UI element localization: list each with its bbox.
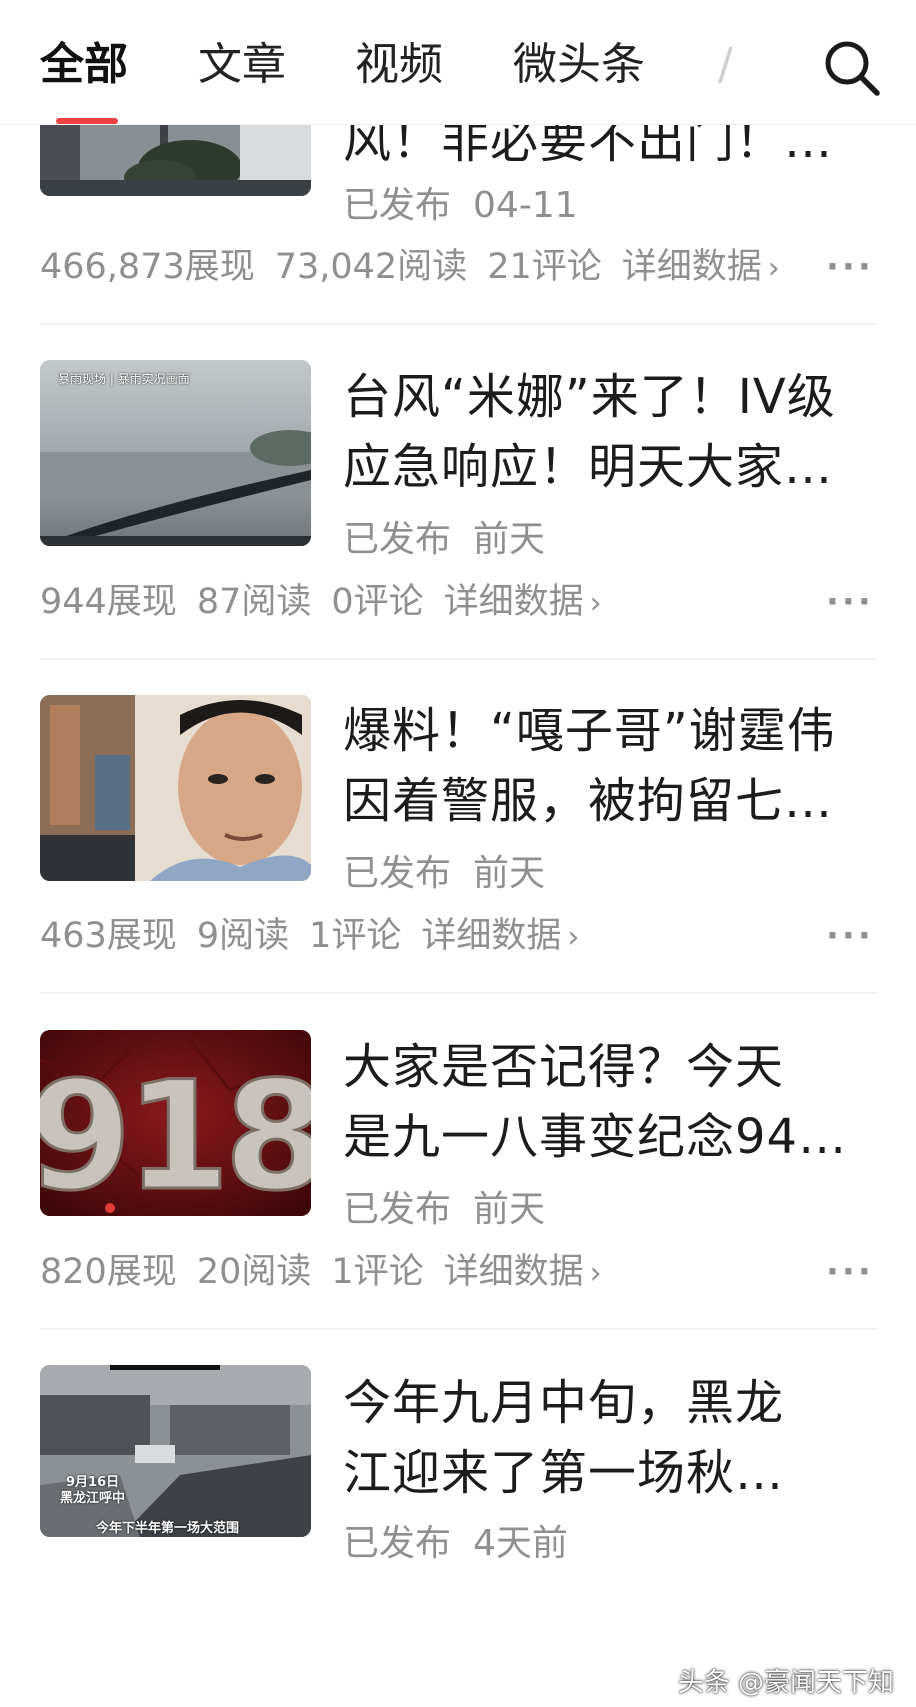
tab-articles[interactable]: 文章 [198,38,286,92]
active-tab-indicator [56,118,118,124]
detail-data-link[interactable]: 详细数据 › [444,1252,622,1292]
tab-more-clipped[interactable]: / [718,38,733,92]
tab-micro-headlines[interactable]: 微头条 [513,38,645,92]
detail-data-link[interactable]: 详细数据 › [444,582,622,622]
chevron-right-icon: › [567,920,580,955]
status-label: 已发布 [343,1523,452,1564]
thumbnail-caption: 暴雨现场 | 暴雨实况画面 [58,372,190,386]
more-options-icon[interactable]: ··· [826,1250,874,1294]
thumbnail-caption-date: 9月16日 [66,1475,120,1490]
thumbnail-caption-place: 黑龙江呼中 [60,1491,126,1506]
row-divider [40,1328,876,1330]
impressions-count: 820展现 [40,1252,177,1292]
918-poster-thumbnail: 918 [40,1030,311,1216]
article-title-line2[interactable]: 因着警服，被拘留七… [343,770,833,832]
article-title[interactable]: 大家是否记得？今天 [343,1036,784,1098]
more-options-icon[interactable]: ··· [826,914,874,958]
chevron-right-icon: › [589,1256,602,1291]
detail-data-link[interactable]: 详细数据 › [622,247,800,287]
publish-status: 已发布 4天前 [343,1522,568,1566]
reads-count: 9阅读 [196,916,290,956]
impressions-count: 463展现 [40,916,177,956]
impressions-count: 466,873展现 [40,247,255,287]
article-stats: 466,873展现 73,042阅读 21评论 详细数据 › [40,245,800,291]
publish-status: 已发布 04-11 [343,184,578,228]
article-title[interactable]: 爆料！“嘎子哥”谢霆伟 [343,700,836,762]
publish-date: 前天 [473,1189,546,1230]
tab-all[interactable]: 全部 [40,38,128,92]
publish-status: 已发布 前天 [343,1188,545,1232]
publish-status: 已发布 前天 [343,852,545,896]
more-options-icon[interactable]: ··· [826,580,874,624]
row-divider [40,658,876,660]
reads-count: 20阅读 [196,1252,312,1292]
poster-big-text: 918 [40,1050,311,1216]
detail-data-label[interactable]: 详细数据 [421,916,561,956]
snowy-village-thumbnail: 9月16日 黑龙江呼中 今年下半年第一场大范围 [40,1365,311,1537]
article-stats: 944展现 87阅读 0评论 详细数据 › [40,580,622,626]
impressions-count: 944展现 [40,582,177,622]
status-label: 已发布 [343,185,452,226]
rainy-windshield-thumbnail: 暴雨现场 | 暴雨实况画面 [40,360,311,546]
publish-date: 04-11 [473,185,578,226]
article-title[interactable]: 今年九月中旬，黑龙 [343,1372,784,1434]
comments-count: 1评论 [331,1252,424,1292]
reads-count: 87阅读 [196,582,312,622]
article-title-line2[interactable]: 应急响应！明天大家… [343,436,833,498]
row-divider [40,992,876,994]
article-title-line2[interactable]: 江迎来了第一场秋… [343,1442,784,1504]
detail-data-link[interactable]: 详细数据 › [421,916,599,956]
thumbnail-caption-bottom: 今年下半年第一场大范围 [96,1521,240,1536]
tab-fade-overlay [770,30,830,100]
row-divider [40,323,876,325]
search-icon[interactable] [822,38,882,98]
detail-data-label[interactable]: 详细数据 [444,582,584,622]
status-label: 已发布 [343,519,452,560]
more-options-icon[interactable]: ··· [826,245,874,289]
article-stats: 820展现 20阅读 1评论 详细数据 › [40,1250,622,1296]
publish-date: 4天前 [473,1523,568,1564]
publish-date: 前天 [473,853,546,894]
publish-date: 前天 [473,519,546,560]
article-title[interactable]: 台风“米娜”来了！IV级 [343,366,836,428]
man-portrait-thumbnail [40,695,311,881]
source-watermark: 头条 @豪闻天下知 [677,1668,894,1698]
detail-data-label[interactable]: 详细数据 [444,1252,584,1292]
top-tab-bar: 全部 文章 视频 微头条 / [0,0,916,125]
comments-count: 0评论 [331,582,424,622]
detail-data-label[interactable]: 详细数据 [622,247,762,287]
publish-status: 已发布 前天 [343,518,545,562]
chevron-right-icon: › [589,586,602,621]
status-label: 已发布 [343,853,452,894]
comments-count: 21评论 [487,247,602,287]
reads-count: 73,042阅读 [274,247,468,287]
chevron-right-icon: › [767,251,780,286]
tab-videos[interactable]: 视频 [355,38,443,92]
status-label: 已发布 [343,1189,452,1230]
article-title-line2[interactable]: 是九一八事变纪念94… [343,1106,847,1168]
article-stats: 463展现 9阅读 1评论 详细数据 › [40,914,599,960]
comments-count: 1评论 [309,916,402,956]
